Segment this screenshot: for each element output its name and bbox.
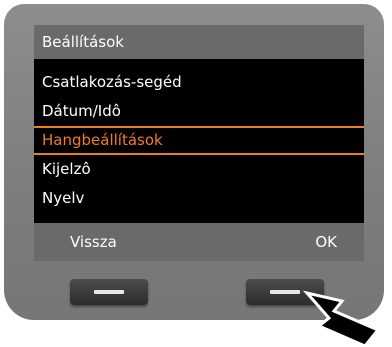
menu-item-language[interactable]: Nyelv: [34, 184, 364, 213]
display-screen: Beállítások Csatlakozás-segéd Dátum/Idô …: [34, 25, 364, 261]
minus-bar-icon: [94, 290, 124, 294]
minus-bar-icon: [270, 290, 300, 294]
menu-item-label: Hangbeállítások: [42, 131, 163, 149]
menu-item-display[interactable]: Kijelzô: [34, 155, 364, 184]
menu-item-label: Dátum/Idô: [42, 102, 121, 120]
screen-title: Beállítások: [34, 25, 364, 59]
menu-item-label: Nyelv: [42, 189, 85, 207]
menu-item-connection-wizard[interactable]: Csatlakozás-segéd: [34, 68, 364, 97]
device-bezel: Beállítások Csatlakozás-segéd Dátum/Idô …: [4, 4, 384, 320]
menu-item-label: Csatlakozás-segéd: [42, 73, 182, 91]
right-softkey-button[interactable]: [246, 279, 324, 305]
menu-item-date-time[interactable]: Dátum/Idô: [34, 97, 364, 126]
menu-item-label: Kijelzô: [42, 160, 91, 178]
back-softkey-label: Vissza: [70, 233, 117, 251]
softkey-bar: Vissza OK: [34, 223, 364, 261]
left-softkey-button[interactable]: [70, 279, 148, 305]
phone-device: Beállítások Csatlakozás-segéd Dátum/Idô …: [0, 0, 392, 347]
settings-menu: Csatlakozás-segéd Dátum/Idô Hangbeállítá…: [34, 68, 364, 213]
menu-item-audio-settings[interactable]: Hangbeállítások: [34, 126, 364, 155]
ok-softkey-label: OK: [315, 233, 337, 251]
